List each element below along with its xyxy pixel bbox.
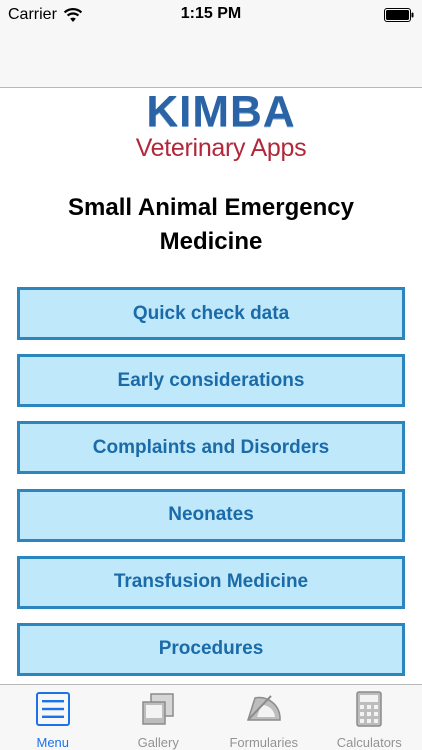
navigation-bar xyxy=(0,30,422,88)
gallery-icon xyxy=(142,693,174,725)
tab-calculators[interactable]: Calculators xyxy=(317,685,422,750)
tab-formularies-label: Formularies xyxy=(229,735,299,750)
procedures-button[interactable]: Procedures xyxy=(17,622,405,676)
tab-gallery[interactable]: Gallery xyxy=(106,685,212,750)
menu-icon xyxy=(35,692,70,726)
page-title: Small Animal Emergency Medicine xyxy=(68,194,354,255)
logo-title: KIMBA xyxy=(146,87,296,136)
tab-calculators-label: Calculators xyxy=(336,735,402,750)
battery-icon xyxy=(384,8,414,22)
tab-gallery-label: Gallery xyxy=(137,735,179,750)
early-considerations-button[interactable]: Early considerations xyxy=(17,354,405,408)
main-menu: Quick check data Early considerations Co… xyxy=(17,287,405,690)
complaints-and-disorders-button[interactable]: Complaints and Disorders xyxy=(17,421,405,475)
status-time: 1:15 PM xyxy=(180,5,242,22)
logo-subtitle: Veterinary Apps xyxy=(135,134,307,162)
status-bar: Carrier 1:15 PM xyxy=(0,0,422,30)
neonates-button[interactable]: Neonates xyxy=(17,488,405,542)
tab-menu[interactable]: Menu xyxy=(0,685,106,750)
quick-check-data-button[interactable]: Quick check data xyxy=(17,287,405,340)
kimba-logo: KIMBA Veterinary Apps xyxy=(0,90,422,168)
tab-menu-label: Menu xyxy=(36,735,70,750)
protractor-icon xyxy=(246,695,281,721)
calculator-icon xyxy=(356,691,382,727)
transfusion-medicine-button[interactable]: Transfusion Medicine xyxy=(17,555,405,609)
tab-bar: Menu Gallery Formularies Calculators xyxy=(0,684,422,750)
tab-formularies[interactable]: Formularies xyxy=(211,685,317,750)
